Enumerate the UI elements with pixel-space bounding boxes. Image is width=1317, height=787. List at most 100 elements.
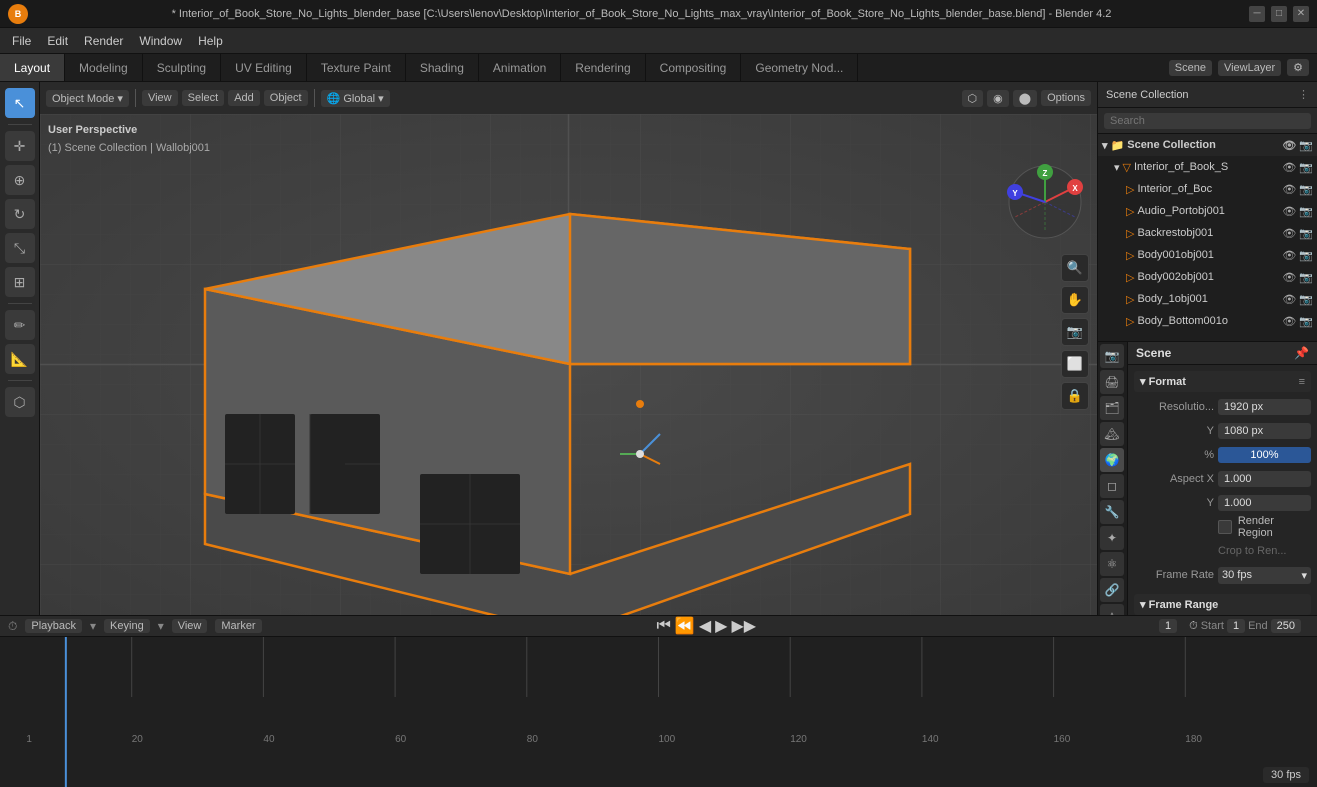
- marker-menu[interactable]: Marker: [215, 619, 261, 633]
- viewlayer-selector[interactable]: ViewLayer: [1218, 60, 1281, 76]
- outliner-item-2[interactable]: ▷ Interior_of_Boc 👁 📷: [1098, 178, 1317, 200]
- outliner-item-scene-collection[interactable]: ▾ 📁 Scene Collection 👁 📷: [1098, 134, 1317, 156]
- render-icon-6[interactable]: 📷: [1299, 271, 1313, 284]
- transform-orientation[interactable]: 🌐 Global ▾: [321, 90, 390, 107]
- viewport-object-menu[interactable]: Object: [264, 90, 308, 106]
- navigation-gizmo[interactable]: X Z Y: [1005, 162, 1085, 242]
- pin-icon[interactable]: 📌: [1294, 346, 1309, 360]
- menu-file[interactable]: File: [4, 32, 39, 50]
- visibility-icon-3[interactable]: 👁: [1282, 205, 1296, 218]
- minimize-button[interactable]: ─: [1249, 6, 1265, 22]
- scene-viewport[interactable]: User Perspective (1) Scene Collection | …: [40, 114, 1097, 615]
- outliner-item-6[interactable]: ▷ Body002obj001 👁 📷: [1098, 266, 1317, 288]
- visibility-icon-7[interactable]: 👁: [1282, 293, 1296, 306]
- menu-render[interactable]: Render: [76, 32, 131, 50]
- tab-uv-editing[interactable]: UV Editing: [221, 54, 307, 81]
- render-region-checkbox[interactable]: Render Region: [1218, 515, 1311, 539]
- prev-keyframe-btn[interactable]: ⏪: [675, 616, 695, 636]
- tool-annotate[interactable]: ✏: [5, 310, 35, 340]
- engine-selector[interactable]: ⚙: [1287, 59, 1309, 76]
- tool-transform[interactable]: ⊞: [5, 267, 35, 297]
- tool-measure[interactable]: 📐: [5, 344, 35, 374]
- viewport-add-menu[interactable]: Add: [228, 90, 260, 106]
- outliner-item-8[interactable]: ▷ Body_Bottom001o 👁 📷: [1098, 310, 1317, 332]
- format-section-header[interactable]: ▾ Format ≡: [1134, 371, 1311, 392]
- outliner-options[interactable]: ⋮: [1298, 88, 1309, 101]
- timeline-view-menu[interactable]: View: [172, 619, 208, 633]
- outliner-item-interior[interactable]: ▾ ▽ Interior_of_Book_S 👁 📷: [1098, 156, 1317, 178]
- tool-scale[interactable]: ⤡: [5, 233, 35, 263]
- resolution-pct-value[interactable]: 100%: [1218, 447, 1311, 463]
- prop-tab-output[interactable]: 🖨: [1100, 370, 1124, 394]
- visibility-icon-0[interactable]: 👁: [1282, 139, 1296, 152]
- aspect-x-value[interactable]: 1.000: [1218, 471, 1311, 487]
- tab-compositing[interactable]: Compositing: [646, 54, 742, 81]
- lock-btn[interactable]: 🔒: [1061, 382, 1089, 410]
- render-icon-0[interactable]: 📷: [1299, 139, 1313, 152]
- prop-tab-constraints[interactable]: 🔗: [1100, 578, 1124, 602]
- maximize-button[interactable]: □: [1271, 6, 1287, 22]
- viewport-mode-selector[interactable]: Object Mode ▾: [46, 90, 129, 107]
- timeline-body[interactable]: 1 20 40 60 80 100 120 140 160 180 30 fps: [0, 637, 1317, 787]
- viewport-shading-wire[interactable]: ⬡: [962, 90, 984, 107]
- resolution-x-value[interactable]: 1920 px: [1218, 399, 1311, 415]
- prop-tab-render[interactable]: 📷: [1100, 344, 1124, 368]
- tab-modeling[interactable]: Modeling: [65, 54, 143, 81]
- outliner-item-7[interactable]: ▷ Body_1obj001 👁 📷: [1098, 288, 1317, 310]
- visibility-icon-8[interactable]: 👁: [1282, 315, 1296, 328]
- jump-start-btn[interactable]: ⏮: [657, 617, 671, 635]
- render-icon-1[interactable]: 📷: [1299, 161, 1313, 174]
- playback-menu[interactable]: Playback: [25, 619, 82, 633]
- frame-range-header[interactable]: ▾ Frame Range: [1134, 594, 1311, 615]
- menu-help[interactable]: Help: [190, 32, 231, 50]
- viewport-select-menu[interactable]: Select: [182, 90, 225, 106]
- tool-cursor[interactable]: ✛: [5, 131, 35, 161]
- outliner-item-4[interactable]: ▷ Backrestobj001 👁 📷: [1098, 222, 1317, 244]
- viewport-view-menu[interactable]: View: [142, 90, 178, 106]
- tool-move[interactable]: ⊕: [5, 165, 35, 195]
- render-icon-5[interactable]: 📷: [1299, 249, 1313, 262]
- step-back-btn[interactable]: ◀: [699, 616, 711, 636]
- zoom-in-btn[interactable]: 🔍: [1061, 254, 1089, 282]
- end-frame-input[interactable]: 250: [1271, 619, 1301, 633]
- tab-layout[interactable]: Layout: [0, 54, 65, 81]
- format-options-icon[interactable]: ≡: [1299, 376, 1305, 388]
- render-region-check[interactable]: [1218, 520, 1232, 534]
- tool-select[interactable]: ↖: [5, 88, 35, 118]
- render-icon-7[interactable]: 📷: [1299, 293, 1313, 306]
- render-icon-4[interactable]: 📷: [1299, 227, 1313, 240]
- visibility-icon-6[interactable]: 👁: [1282, 271, 1296, 284]
- tool-add[interactable]: ⬡: [5, 387, 35, 417]
- step-fwd-btn[interactable]: ▶▶: [731, 616, 756, 636]
- viewport-options[interactable]: Options: [1041, 90, 1091, 106]
- prop-tab-data[interactable]: △: [1100, 604, 1124, 615]
- visibility-icon-2[interactable]: 👁: [1282, 183, 1296, 196]
- viewport-overlays[interactable]: ⬤: [1013, 90, 1037, 107]
- start-frame-input[interactable]: 1: [1227, 619, 1245, 633]
- tab-texture-paint[interactable]: Texture Paint: [307, 54, 406, 81]
- outliner-item-3[interactable]: ▷ Audio_Portobj001 👁 📷: [1098, 200, 1317, 222]
- outliner-search-input[interactable]: [1104, 113, 1311, 129]
- pan-btn[interactable]: ✋: [1061, 286, 1089, 314]
- frame-rate-select[interactable]: 30 fps ▾: [1218, 567, 1311, 584]
- window-controls[interactable]: ─ □ ✕: [1249, 6, 1309, 22]
- current-frame-input[interactable]: 1: [1159, 619, 1177, 633]
- menu-edit[interactable]: Edit: [39, 32, 76, 50]
- render-icon-3[interactable]: 📷: [1299, 205, 1313, 218]
- viewport-3d[interactable]: Object Mode ▾ View Select Add Object 🌐 G…: [40, 82, 1097, 615]
- render-icon-2[interactable]: 📷: [1299, 183, 1313, 196]
- prop-tab-modifier[interactable]: 🔧: [1100, 500, 1124, 524]
- outliner-item-5[interactable]: ▷ Body001obj001 👁 📷: [1098, 244, 1317, 266]
- menu-window[interactable]: Window: [131, 32, 190, 50]
- tab-animation[interactable]: Animation: [479, 54, 561, 81]
- visibility-icon-1[interactable]: 👁: [1282, 161, 1296, 174]
- prop-tab-world[interactable]: 🌍: [1100, 448, 1124, 472]
- play-btn[interactable]: ▶: [715, 616, 727, 636]
- keying-menu[interactable]: Keying: [104, 619, 150, 633]
- tab-geometry-nodes[interactable]: Geometry Nod...: [741, 54, 858, 81]
- camera-btn[interactable]: 📷: [1061, 318, 1089, 346]
- visibility-icon-5[interactable]: 👁: [1282, 249, 1296, 262]
- tool-rotate[interactable]: ↻: [5, 199, 35, 229]
- tab-rendering[interactable]: Rendering: [561, 54, 645, 81]
- grid-btn[interactable]: ⬜: [1061, 350, 1089, 378]
